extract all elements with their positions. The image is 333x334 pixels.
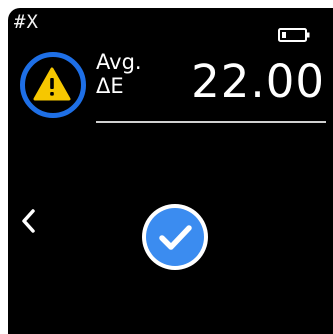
confirm-button[interactable] [142, 204, 208, 270]
warning-icon [33, 67, 71, 101]
check-circle-icon [146, 208, 204, 266]
battery-icon [278, 28, 310, 42]
metric-value: 22.00 [191, 55, 325, 108]
chevron-left-icon[interactable] [20, 208, 36, 234]
device-screen: #X Avg. ΔE 22.00 [8, 8, 333, 334]
status-label: #X [14, 11, 39, 33]
divider [96, 121, 326, 123]
metric-label-delta-e: ΔE [96, 74, 124, 98]
metric-label-avg: Avg. [96, 50, 142, 74]
